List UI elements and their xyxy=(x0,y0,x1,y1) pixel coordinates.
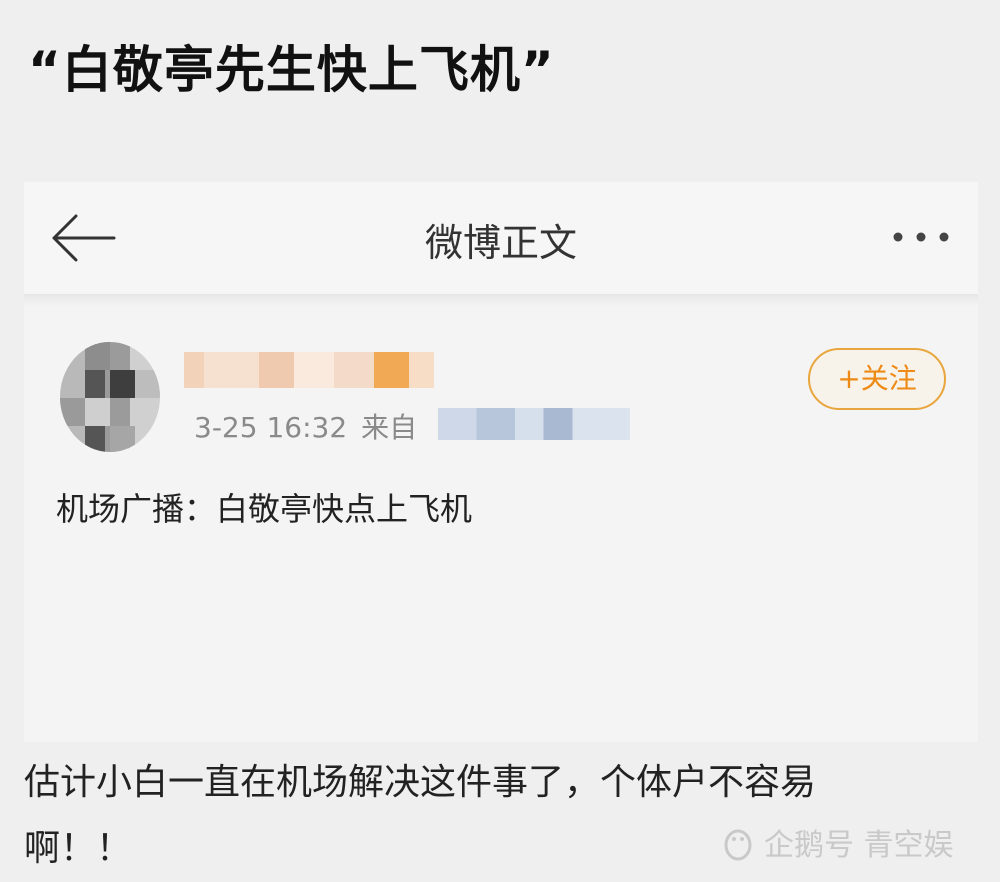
topbar-shadow xyxy=(24,294,978,306)
watermark: 企鹅号 青空娱 xyxy=(720,820,954,864)
weibo-topbar: 微博正文 xyxy=(24,182,978,306)
post-text: 机场广播：白敬亭快点上飞机 xyxy=(56,490,473,528)
username-blurred[interactable] xyxy=(184,352,434,388)
post-timestamp: 3-25 16:32 xyxy=(194,411,348,444)
post-meta: 3-25 16:32 来自 xyxy=(194,406,417,446)
post-source-prefix: 来自 xyxy=(361,411,418,444)
weibo-screenshot: 微博正文 3-25 16:32 来自 +关注 机场广播：白敬亭快点上飞机 xyxy=(24,182,978,742)
source-blurred xyxy=(438,408,630,440)
avatar[interactable] xyxy=(60,342,160,452)
more-dots-icon xyxy=(893,232,949,242)
follow-button[interactable]: +关注 xyxy=(808,348,946,410)
caption-line-1: 估计小白一直在机场解决这件事了，个体户不容易 xyxy=(24,762,817,803)
penguin-icon xyxy=(724,829,752,861)
watermark-text: 企鹅号 青空娱 xyxy=(764,828,954,863)
headline: “白敬亭先生快上飞机” xyxy=(28,41,555,99)
more-button[interactable] xyxy=(886,222,956,252)
page-title: 微博正文 xyxy=(424,221,577,265)
